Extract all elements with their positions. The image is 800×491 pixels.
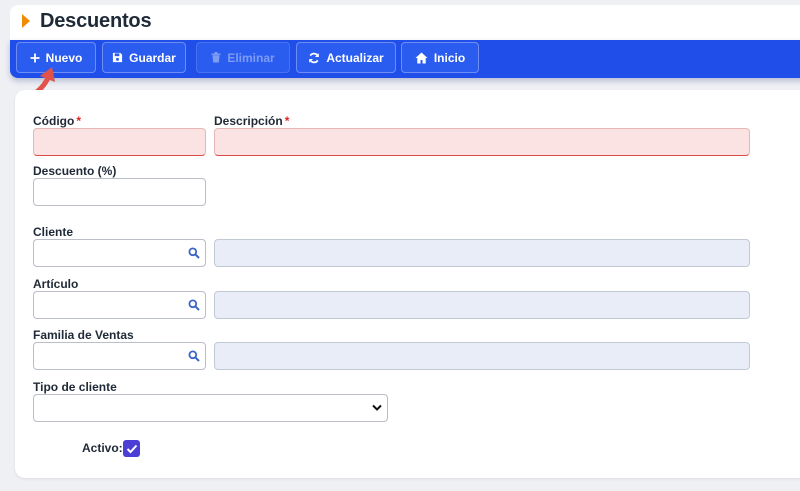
articulo-label: Artículo — [33, 277, 79, 291]
codigo-label: Código * — [33, 114, 81, 128]
eliminar-button[interactable]: Eliminar — [196, 42, 290, 73]
inicio-button-label: Inicio — [433, 50, 466, 65]
codigo-input[interactable] — [34, 129, 205, 155]
familia-description — [215, 343, 749, 369]
refresh-icon — [309, 52, 320, 63]
codigo-field[interactable] — [33, 128, 206, 156]
cliente-field[interactable] — [33, 239, 206, 267]
descripcion-label: Descripción * — [214, 114, 290, 128]
search-icon[interactable] — [188, 299, 200, 311]
chevron-down-icon — [372, 404, 382, 411]
cliente-description — [215, 240, 749, 266]
guardar-button[interactable]: Guardar — [102, 42, 186, 73]
descuento-label: Descuento (%) — [33, 164, 117, 178]
tipo-cliente-select[interactable] — [33, 394, 388, 422]
search-icon[interactable] — [188, 350, 200, 362]
familia-label: Familia de Ventas — [33, 328, 134, 342]
plus-icon — [30, 53, 40, 62]
familia-description-field — [214, 342, 750, 370]
cliente-input[interactable] — [34, 240, 205, 266]
cliente-description-field — [214, 239, 750, 267]
descuento-field[interactable] — [33, 178, 206, 206]
floppy-disk-icon — [113, 52, 123, 63]
articulo-description-field — [214, 291, 750, 319]
actualizar-button-label: Actualizar — [326, 50, 384, 65]
eliminar-button-label: Eliminar — [227, 50, 275, 65]
actualizar-button[interactable]: Actualizar — [296, 42, 396, 73]
search-icon[interactable] — [188, 247, 200, 259]
activo-checkbox[interactable] — [123, 440, 140, 457]
caret-right-icon — [22, 14, 30, 28]
activo-label: Activo: — [82, 441, 123, 455]
articulo-field[interactable] — [33, 291, 206, 319]
inicio-button[interactable]: Inicio — [401, 42, 479, 73]
descripcion-field[interactable] — [214, 128, 750, 156]
descripcion-input[interactable] — [215, 129, 749, 155]
cliente-label: Cliente — [33, 225, 74, 239]
home-icon — [415, 52, 428, 63]
familia-input[interactable] — [34, 343, 205, 369]
guardar-button-label: Guardar — [129, 50, 176, 65]
check-icon — [126, 444, 137, 453]
tipo-cliente-label: Tipo de cliente — [33, 380, 117, 394]
toolbar: Nuevo Guardar Eliminar Actualizar Inicio — [10, 40, 800, 78]
articulo-input[interactable] — [34, 292, 205, 318]
nuevo-button-label: Nuevo — [45, 50, 83, 65]
descuento-input[interactable] — [34, 179, 205, 205]
familia-field[interactable] — [33, 342, 206, 370]
page-title: Descuentos — [40, 10, 152, 32]
page-header: Descuentos — [10, 5, 800, 41]
trash-icon — [211, 52, 221, 63]
articulo-description — [215, 292, 749, 318]
